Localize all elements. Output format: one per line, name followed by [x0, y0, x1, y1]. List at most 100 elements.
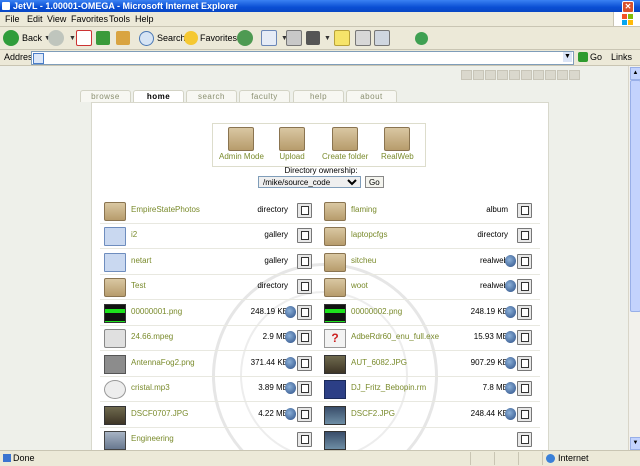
edit-icon[interactable]: [297, 279, 312, 294]
permissions-icon[interactable]: [505, 280, 516, 292]
tab-about[interactable]: about: [346, 90, 397, 102]
item-name[interactable]: AntennaFog2.png: [131, 358, 195, 367]
home-button[interactable]: [116, 29, 132, 47]
edit-icon[interactable]: [297, 254, 312, 269]
tab-help[interactable]: help: [293, 90, 344, 102]
list-item[interactable]: 00000001.png 248.19 KB: [100, 300, 320, 325]
menu-favorites[interactable]: Favorites: [71, 13, 108, 25]
tool-icon[interactable]: [545, 70, 556, 80]
edit-icon[interactable]: [517, 305, 532, 320]
discuss-button[interactable]: [334, 29, 352, 47]
item-name[interactable]: DSCF0707.JPG: [131, 409, 188, 418]
tool-icon[interactable]: [533, 70, 544, 80]
list-item[interactable]: AUT_6082.JPG 907.29 KB: [320, 351, 540, 376]
scrollbar-thumb[interactable]: [630, 80, 640, 312]
item-name[interactable]: 00000002.png: [351, 307, 402, 316]
ownership-select[interactable]: /mike/source_code: [258, 176, 361, 188]
edit-icon[interactable]: [297, 407, 312, 422]
list-item[interactable]: ? AdbeRdr60_enu_full.exe 15.93 MB: [320, 325, 540, 350]
list-item[interactable]: 24.66.mpeg 2.9 MB: [100, 325, 320, 350]
item-name[interactable]: cristal.mp3: [131, 383, 170, 392]
item-name[interactable]: 24.66.mpeg: [131, 332, 173, 341]
list-item[interactable]: sitcheu realweb: [320, 249, 540, 274]
item-name[interactable]: 00000001.png: [131, 307, 182, 316]
search-button[interactable]: Search: [139, 29, 186, 47]
address-dropdown-button[interactable]: ▼: [563, 52, 572, 62]
list-item[interactable]: DSCF0707.JPG 4.22 MB: [100, 402, 320, 427]
vertical-scrollbar[interactable]: ▲ ▼: [628, 66, 640, 450]
edit-icon[interactable]: [517, 254, 532, 269]
permissions-icon[interactable]: [505, 408, 516, 420]
tool-icon[interactable]: [557, 70, 568, 80]
history-button[interactable]: [237, 29, 256, 47]
realweb-button[interactable]: RealWeb: [381, 127, 414, 161]
edit-icon[interactable]: [517, 381, 532, 396]
tool-icon[interactable]: [569, 70, 580, 80]
list-item[interactable]: i2 gallery: [100, 223, 320, 248]
permissions-icon[interactable]: [505, 382, 516, 394]
menu-file[interactable]: File: [5, 13, 20, 25]
edit-icon[interactable]: [297, 432, 312, 447]
edit-icon[interactable]: [297, 203, 312, 218]
address-input[interactable]: [31, 51, 574, 65]
menu-view[interactable]: View: [47, 13, 66, 25]
list-item[interactable]: netart gallery: [100, 249, 320, 274]
tool-icon[interactable]: [461, 70, 472, 80]
list-item[interactable]: DJ_Fritz_Bebopin.rm 7.8 MB: [320, 376, 540, 401]
edit-icon[interactable]: [297, 228, 312, 243]
edit-icon[interactable]: [517, 330, 532, 345]
list-item[interactable]: woot realweb: [320, 274, 540, 299]
buddy-button[interactable]: [415, 29, 431, 47]
tab-faculty[interactable]: faculty: [239, 90, 290, 102]
permissions-icon[interactable]: [505, 306, 516, 318]
links-button[interactable]: Links: [611, 52, 632, 62]
refresh-button[interactable]: [96, 29, 112, 47]
item-name[interactable]: sitcheu: [351, 256, 376, 265]
mail-button[interactable]: ▼: [261, 29, 288, 47]
edit-icon[interactable]: [297, 330, 312, 345]
permissions-icon[interactable]: [505, 255, 516, 267]
scroll-up-icon[interactable]: ▲: [630, 67, 640, 80]
list-item[interactable]: Engineering: [100, 427, 320, 450]
upload-button[interactable]: Upload: [279, 127, 305, 161]
list-item[interactable]: flaming album: [320, 198, 540, 223]
item-name[interactable]: i2: [131, 230, 137, 239]
list-item[interactable]: AntennaFog2.png 371.44 KB: [100, 351, 320, 376]
edit-icon[interactable]: [517, 432, 532, 447]
tool-icon[interactable]: [521, 70, 532, 80]
research-button[interactable]: [355, 29, 373, 47]
messenger-button[interactable]: [374, 29, 392, 47]
item-name[interactable]: AdbeRdr60_enu_full.exe: [351, 332, 439, 341]
print-button[interactable]: [286, 29, 304, 47]
tool-icon[interactable]: [509, 70, 520, 80]
item-name[interactable]: DJ_Fritz_Bebopin.rm: [351, 383, 426, 392]
forward-button[interactable]: ▼: [48, 29, 76, 47]
permissions-icon[interactable]: [285, 357, 296, 369]
favorites-button[interactable]: Favorites: [184, 29, 237, 47]
list-item[interactable]: Test directory: [100, 274, 320, 299]
menu-help[interactable]: Help: [135, 13, 154, 25]
item-name[interactable]: laptopcfgs: [351, 230, 387, 239]
list-item[interactable]: laptopcfgs directory: [320, 223, 540, 248]
item-name[interactable]: netart: [131, 256, 151, 265]
stop-button[interactable]: [76, 29, 94, 47]
edit-icon[interactable]: [297, 305, 312, 320]
list-item[interactable]: 00000002.png 248.19 KB: [320, 300, 540, 325]
edit-icon[interactable]: [517, 407, 532, 422]
tab-search[interactable]: search: [186, 90, 237, 102]
list-item[interactable]: DSCF2.JPG 248.44 KB: [320, 402, 540, 427]
tab-browse[interactable]: browse: [80, 90, 131, 102]
edit-icon[interactable]: [517, 203, 532, 218]
ownership-go-button[interactable]: Go: [365, 176, 384, 188]
permissions-icon[interactable]: [285, 408, 296, 420]
scroll-down-icon[interactable]: ▼: [630, 437, 640, 450]
permissions-icon[interactable]: [285, 306, 296, 318]
edit-icon[interactable]: [517, 356, 532, 371]
admin-mode-button[interactable]: Admin Mode: [219, 127, 264, 161]
list-item[interactable]: EmpireStatePhotos directory: [100, 198, 320, 223]
edit-button[interactable]: ▼: [306, 29, 331, 47]
go-button[interactable]: Go: [578, 52, 602, 62]
edit-icon[interactable]: [297, 356, 312, 371]
create-folder-button[interactable]: Create folder: [322, 127, 368, 161]
item-name[interactable]: AUT_6082.JPG: [351, 358, 407, 367]
